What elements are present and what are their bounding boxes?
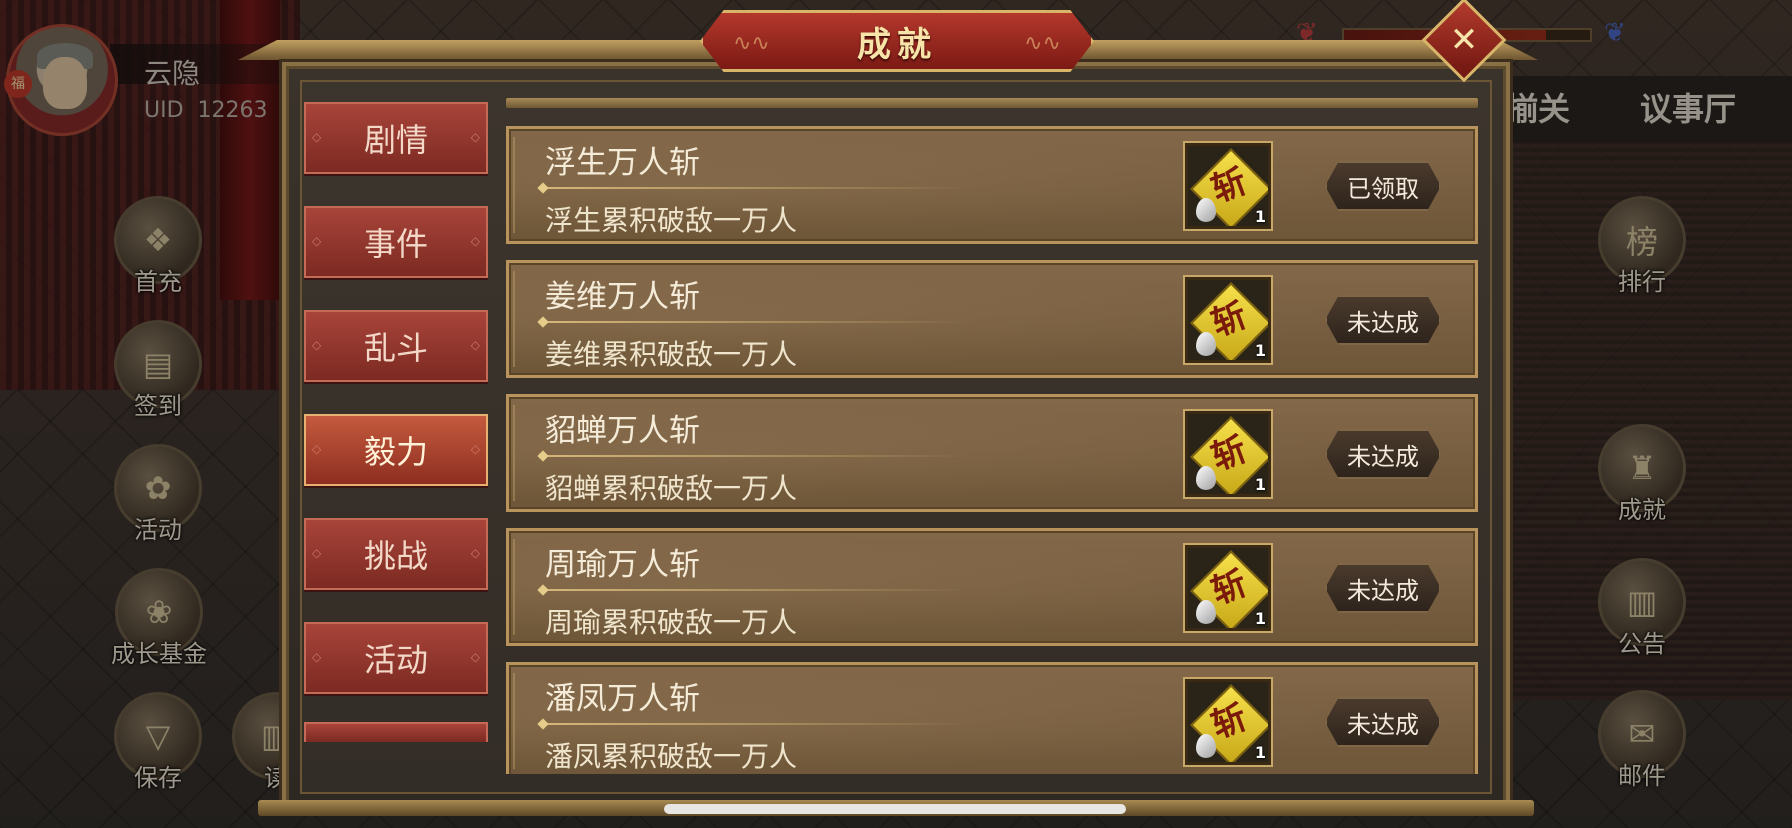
reward-item[interactable]: 斩 1 xyxy=(1185,545,1271,631)
category-tab-brawl[interactable]: 乱斗 xyxy=(304,310,488,382)
achievement-divider xyxy=(539,589,969,591)
incomplete-status-button[interactable]: 未达成 xyxy=(1325,295,1441,345)
achievement-card: 姜维万人斩 姜维累积破敌一万人 斩 1 未达成 xyxy=(506,260,1478,378)
category-tab-label: 挑战 xyxy=(363,537,428,575)
incomplete-status-button[interactable]: 未达成 xyxy=(1325,697,1441,747)
reward-item[interactable]: 斩 1 xyxy=(1185,679,1271,765)
category-tab-label: 活动 xyxy=(363,641,428,679)
reward-quantity: 1 xyxy=(1254,207,1266,226)
achievement-card: 貂蝉万人斩 貂蝉累积破敌一万人 斩 1 未达成 xyxy=(506,394,1478,512)
cloud-swirl-icon: ∿∿ xyxy=(1024,31,1061,56)
achievement-name: 潘凤万人斩 xyxy=(545,681,700,717)
category-tab-label: 毅力 xyxy=(363,433,428,471)
blade-icon xyxy=(1196,600,1216,624)
reward-quantity: 1 xyxy=(1254,609,1266,628)
blade-icon xyxy=(1196,198,1216,222)
category-tab-label: 乱斗 xyxy=(363,329,428,367)
achievement-description: 浮生累积破敌一万人 xyxy=(545,204,798,237)
achievement-list[interactable]: 浮生万人斩 浮生累积破敌一万人 斩 1 已领取 姜维万人斩 姜维累积破敌一万人 … xyxy=(506,124,1478,774)
incomplete-status-button[interactable]: 未达成 xyxy=(1325,429,1441,479)
reward-quantity: 1 xyxy=(1254,475,1266,494)
achievement-name: 姜维万人斩 xyxy=(545,279,700,315)
category-tab-event[interactable]: 事件 xyxy=(304,206,488,278)
achievement-divider xyxy=(539,187,969,189)
achievement-card: 周瑜万人斩 周瑜累积破敌一万人 斩 1 未达成 xyxy=(506,528,1478,646)
category-tab-label: 事件 xyxy=(363,225,428,263)
achievement-card: 潘凤万人斩 潘凤累积破敌一万人 斩 1 未达成 xyxy=(506,662,1478,774)
reward-item[interactable]: 斩 1 xyxy=(1185,411,1271,497)
achievement-description: 姜维累积破敌一万人 xyxy=(545,338,798,371)
blade-icon xyxy=(1196,734,1216,758)
achievement-divider xyxy=(539,321,969,323)
achievement-name: 浮生万人斩 xyxy=(545,145,700,181)
achievement-name: 周瑜万人斩 xyxy=(545,547,700,583)
achievement-divider xyxy=(539,455,969,457)
reward-item[interactable]: 斩 1 xyxy=(1185,277,1271,363)
category-tab-challenge[interactable]: 挑战 xyxy=(304,518,488,590)
reward-quantity: 1 xyxy=(1254,743,1266,762)
achievement-name: 貂蝉万人斩 xyxy=(545,413,700,449)
achievement-description: 潘凤累积破敌一万人 xyxy=(545,740,798,773)
category-tab-label: 剧情 xyxy=(363,121,428,159)
reward-quantity: 1 xyxy=(1254,341,1266,360)
blade-icon xyxy=(1196,466,1216,490)
category-tab-activity[interactable]: 活动 xyxy=(304,622,488,694)
modal-title: 成就 xyxy=(857,24,937,65)
achievement-description: 周瑜累积破敌一万人 xyxy=(545,606,798,639)
incomplete-status-button[interactable]: 未达成 xyxy=(1325,563,1441,613)
category-tab-more[interactable] xyxy=(304,722,488,742)
achievement-card: 浮生万人斩 浮生累积破敌一万人 斩 1 已领取 xyxy=(506,126,1478,244)
achievement-divider xyxy=(539,723,969,725)
category-tab-story[interactable]: 剧情 xyxy=(304,102,488,174)
list-top-edge xyxy=(506,98,1478,108)
cloud-swirl-icon: ∿∿ xyxy=(733,31,770,56)
blade-icon xyxy=(1196,332,1216,356)
home-indicator xyxy=(664,804,1126,814)
claimed-status-button[interactable]: 已领取 xyxy=(1325,161,1441,211)
category-tab-perseverance[interactable]: 毅力 xyxy=(304,414,488,486)
modal-title-plate: ∿∿ 成就 ∿∿ xyxy=(700,10,1094,72)
reward-item[interactable]: 斩 1 xyxy=(1185,143,1271,229)
achievement-description: 貂蝉累积破敌一万人 xyxy=(545,472,798,505)
